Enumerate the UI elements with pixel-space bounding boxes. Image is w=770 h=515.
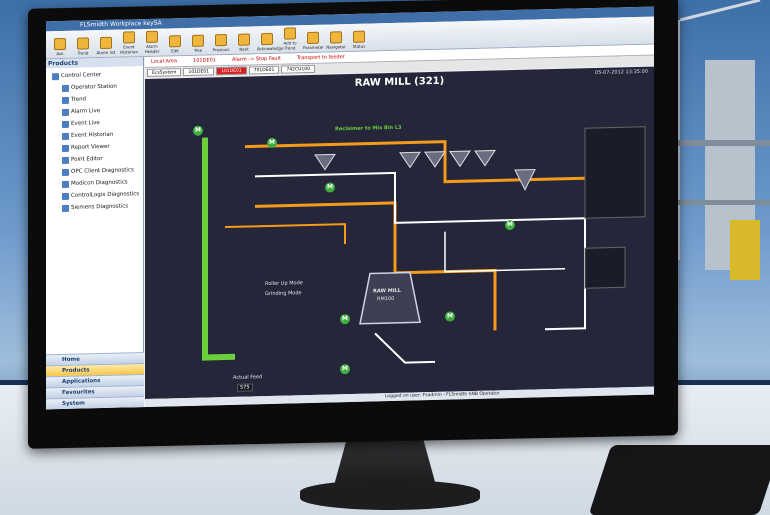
ribbon-button-9[interactable]: Acknowledge [257,32,284,51]
grinding-mode-label: Grinding Mode [265,290,302,298]
raw-mill-label: RAW MILL [373,287,401,295]
process-line [444,231,565,273]
silo [474,149,496,167]
material-flow-line [225,223,346,245]
tree-item-opc-client-diagnostics[interactable]: OPC Client Diagnostics [52,164,143,178]
products-sidebar: Products Control Center Operator Station… [46,57,144,410]
ribbon-button-8[interactable]: Next [234,33,254,52]
alarm-transport: Transport to feeder [296,54,345,62]
silo [399,151,421,169]
tab-701de01[interactable]: 701DE01 [248,65,280,75]
main-area: Local Area 101DE01 Alarm -> Stop Fault T… [145,44,654,400]
material-flow-line [245,140,605,184]
acknowledge-icon [261,32,273,46]
ribbon-button-11[interactable]: Parameter [303,31,324,50]
products-tree: Control Center Operator Station Trend Al… [46,66,143,214]
ribbon-button-6[interactable]: Tree [188,34,208,53]
event-icon [62,120,69,128]
ribbon-button-5[interactable]: Edit [165,35,185,53]
edit-icon [169,35,181,48]
side-panel [584,126,646,219]
trend-icon [62,96,69,104]
diagnostics-icon [62,192,69,200]
alarm-icon [62,108,69,116]
navigator-icon [330,31,342,44]
history-icon [62,132,69,140]
parameter-icon [307,31,319,45]
actual-feed-label: Actual Feed [233,374,263,381]
ribbon-button-4[interactable]: Alarm Header [142,30,162,54]
alarm-code: 101DE01 [193,57,216,64]
ribbon-button-13[interactable]: Status [349,30,369,49]
tree-item-siemens-diagnostics[interactable]: Siemens Diagnostics [52,200,143,214]
ribbon-button-0[interactable]: Ack [50,37,70,56]
process-diagram [202,126,646,364]
monitor-icon [62,84,69,92]
navigation-panel: Home Products Applications Favourites Sy… [46,352,144,410]
ribbon-button-1[interactable]: Trend [73,37,93,56]
material-flow-line [202,137,235,361]
raw-mill-hmi: RAW MILL (321) 05-07-2012 13:35:00 M M M… [145,66,654,400]
tab-101de01-alarm[interactable]: 101DE01 [216,66,247,76]
previous-icon [215,34,227,47]
add-to-trend-icon [284,27,296,40]
folder-icon [52,72,59,80]
silo [314,153,336,171]
silo [424,151,446,168]
ribbon-button-10[interactable]: Add to Trend [280,27,300,51]
tab-ecssystem[interactable]: EcsSystem [147,68,182,77]
next-icon [238,33,250,46]
status-icon [353,30,365,43]
tab-742cu100[interactable]: 742CU100 [281,64,315,74]
alarm-header-icon [146,30,158,43]
ribbon-button-2[interactable]: Alarm list [96,36,116,55]
tab-101de01[interactable]: 101DE01 [183,67,215,77]
tree-item-controllogix-diagnostics[interactable]: ControlLogix Diagnostics [52,188,143,202]
alarm-text: Alarm -> Stop Fault [231,55,281,63]
alarm-area: Local Area [151,58,178,65]
diagnostics-icon [62,204,69,212]
process-line [374,332,435,364]
process-line [255,171,586,331]
ribbon-button-3[interactable]: Event Historian [119,31,139,55]
ribbon-button-12[interactable]: Navigator [326,31,346,50]
monitor-screen: FLSmidth Workplace keySA Ack Trend Alarm… [46,6,654,410]
point-editor-icon [62,156,69,164]
report-icon [62,144,69,152]
raw-mill-tag: RM100 [377,295,395,303]
alarm-list-icon [100,36,112,50]
keyboard [588,445,770,515]
side-panel [584,246,626,289]
actual-feed-value[interactable]: 575 [237,383,253,392]
roller-mode-label: Roller Up Mode [265,280,303,288]
diagnostics-icon [62,180,69,188]
tree-icon [192,34,204,47]
trend-icon [77,37,89,50]
diagnostics-icon [62,168,69,176]
ribbon-button-7[interactable]: Previous [211,34,231,52]
ack-icon [54,37,66,51]
monitor-stand-base [300,480,480,510]
silo [449,150,471,168]
event-historian-icon [123,31,135,44]
